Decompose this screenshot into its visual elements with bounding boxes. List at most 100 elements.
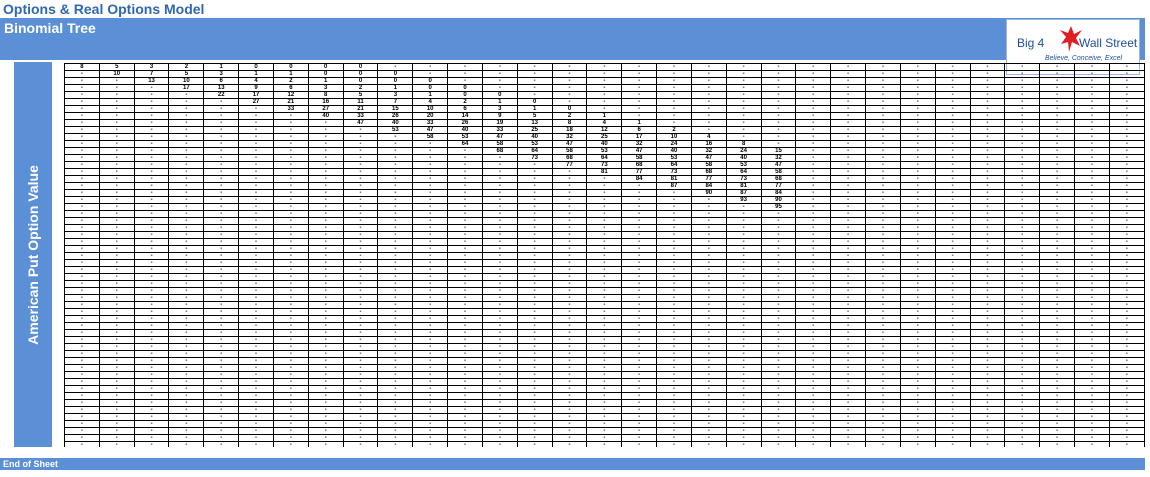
tree-cell[interactable]: - <box>1074 119 1110 127</box>
tree-cell[interactable]: - <box>865 315 901 323</box>
tree-cell[interactable]: - <box>795 63 832 71</box>
tree-cell[interactable]: - <box>725 329 762 337</box>
tree-cell[interactable]: - <box>342 140 379 148</box>
tree-cell[interactable]: - <box>377 238 414 246</box>
tree-cell[interactable]: - <box>656 336 692 344</box>
tree-cell[interactable]: - <box>725 378 762 386</box>
tree-cell[interactable]: - <box>342 336 379 344</box>
tree-cell[interactable]: - <box>1039 371 1076 379</box>
tree-cell[interactable]: - <box>64 406 100 414</box>
tree-cell[interactable]: - <box>64 182 100 190</box>
tree-cell[interactable]: - <box>307 140 344 148</box>
tree-cell[interactable]: - <box>586 357 623 365</box>
tree-cell[interactable]: - <box>795 168 832 176</box>
tree-cell[interactable]: - <box>168 196 205 204</box>
tree-cell[interactable]: - <box>1039 287 1076 295</box>
tree-cell[interactable]: - <box>98 245 135 253</box>
tree-cell[interactable]: - <box>307 196 344 204</box>
tree-cell[interactable]: - <box>64 357 100 365</box>
tree-cell[interactable]: - <box>307 119 344 127</box>
tree-cell[interactable]: - <box>586 385 623 393</box>
tree-cell[interactable]: - <box>168 182 205 190</box>
tree-cell[interactable]: - <box>795 273 832 281</box>
tree-cell[interactable]: - <box>307 343 344 351</box>
tree-cell[interactable]: - <box>481 210 518 218</box>
tree-cell[interactable]: - <box>690 252 727 260</box>
tree-cell[interactable]: - <box>969 441 1006 447</box>
tree-cell[interactable]: - <box>1039 329 1076 337</box>
tree-cell[interactable]: - <box>830 119 867 127</box>
tree-cell[interactable]: - <box>760 287 797 295</box>
tree-cell[interactable]: 64 <box>586 154 623 162</box>
tree-cell[interactable]: - <box>795 308 832 316</box>
tree-cell[interactable]: - <box>272 217 309 225</box>
tree-cell[interactable]: 68 <box>760 175 797 183</box>
tree-cell[interactable]: - <box>725 322 762 330</box>
tree-cell[interactable]: - <box>690 343 727 351</box>
tree-cell[interactable]: - <box>725 434 762 442</box>
tree-cell[interactable]: - <box>98 231 135 239</box>
tree-cell[interactable]: - <box>1039 434 1076 442</box>
tree-cell[interactable]: - <box>621 182 658 190</box>
tree-cell[interactable]: - <box>377 406 414 414</box>
tree-cell[interactable]: 64 <box>516 147 553 155</box>
tree-cell[interactable]: - <box>412 273 449 281</box>
tree-cell[interactable]: - <box>377 343 414 351</box>
tree-cell[interactable]: - <box>412 385 449 393</box>
tree-cell[interactable]: - <box>795 315 832 323</box>
tree-cell[interactable]: - <box>307 350 344 358</box>
tree-cell[interactable]: - <box>342 357 379 365</box>
tree-cell[interactable]: - <box>133 224 170 232</box>
tree-cell[interactable]: - <box>238 238 274 246</box>
tree-cell[interactable]: - <box>168 343 205 351</box>
tree-cell[interactable]: - <box>934 112 971 120</box>
tree-cell[interactable]: - <box>656 196 692 204</box>
tree-cell[interactable]: - <box>412 378 449 386</box>
tree-cell[interactable]: - <box>516 161 553 169</box>
tree-cell[interactable]: - <box>516 406 553 414</box>
tree-cell[interactable]: - <box>865 245 901 253</box>
tree-cell[interactable]: - <box>203 322 240 330</box>
tree-cell[interactable]: 53 <box>377 126 414 134</box>
tree-cell[interactable]: - <box>203 287 240 295</box>
tree-cell[interactable]: - <box>377 182 414 190</box>
tree-cell[interactable]: - <box>969 308 1006 316</box>
tree-cell[interactable]: - <box>307 399 344 407</box>
tree-cell[interactable]: - <box>238 434 274 442</box>
tree-cell[interactable]: - <box>342 210 379 218</box>
tree-cell[interactable]: - <box>516 343 553 351</box>
tree-cell[interactable]: - <box>203 301 240 309</box>
tree-cell[interactable]: - <box>133 350 170 358</box>
tree-cell[interactable]: - <box>64 371 100 379</box>
tree-cell[interactable]: - <box>481 238 518 246</box>
tree-cell[interactable]: - <box>516 434 553 442</box>
tree-cell[interactable]: - <box>934 70 971 78</box>
tree-cell[interactable]: 16 <box>690 140 727 148</box>
tree-cell[interactable]: - <box>342 287 379 295</box>
tree-cell[interactable]: 1 <box>621 119 658 127</box>
tree-cell[interactable]: - <box>760 210 797 218</box>
tree-cell[interactable]: 12 <box>272 91 309 99</box>
tree-cell[interactable]: - <box>342 175 379 183</box>
tree-cell[interactable]: - <box>481 168 518 176</box>
tree-cell[interactable]: - <box>447 63 483 71</box>
tree-cell[interactable]: - <box>690 112 727 120</box>
tree-cell[interactable]: - <box>481 413 518 421</box>
tree-cell[interactable]: - <box>64 70 100 78</box>
tree-cell[interactable]: 10 <box>412 105 449 113</box>
tree-cell[interactable]: - <box>934 63 971 71</box>
tree-cell[interactable]: - <box>307 336 344 344</box>
tree-cell[interactable]: - <box>342 182 379 190</box>
tree-cell[interactable]: - <box>830 392 867 400</box>
tree-cell[interactable]: - <box>621 315 658 323</box>
tree-cell[interactable]: - <box>133 189 170 197</box>
tree-cell[interactable]: - <box>98 112 135 120</box>
tree-cell[interactable]: - <box>1039 420 1076 428</box>
tree-cell[interactable]: 77 <box>760 182 797 190</box>
tree-cell[interactable]: - <box>307 308 344 316</box>
tree-cell[interactable]: - <box>865 322 901 330</box>
tree-cell[interactable]: - <box>725 357 762 365</box>
tree-cell[interactable]: - <box>342 385 379 393</box>
tree-cell[interactable]: - <box>969 224 1006 232</box>
tree-cell[interactable]: - <box>203 231 240 239</box>
